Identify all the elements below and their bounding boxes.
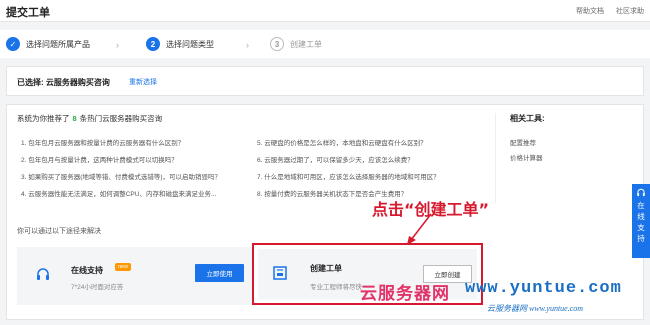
recommend-suffix: 条热门云服务器购买咨询 — [79, 114, 163, 123]
faq-item[interactable]: 5. 云硬盘的价格是怎么样的，本地盘和云硬盘有什么区别？ — [257, 137, 427, 147]
recommend-prefix: 系统为你推荐了 — [17, 114, 70, 123]
check-icon: ✓ — [6, 37, 20, 51]
watermark-cn: 云服务器网 — [360, 284, 450, 304]
step-1-label: 选择问题所属产品 — [26, 39, 90, 49]
watermark-sub: 云服务器网 www.yuntue.com — [487, 304, 584, 313]
recommend-count: 8 — [72, 114, 77, 123]
side-tab-char: 线 — [637, 212, 645, 221]
header-links: 帮助文档 社区求助 — [566, 6, 644, 16]
price-calculator-link[interactable]: 价格计算器 — [510, 152, 543, 162]
selected-category-panel: 已选择: 云服务器购买咨询 重新选择 — [6, 66, 644, 96]
use-now-button[interactable]: 立即使用 — [195, 264, 244, 282]
faq-item[interactable]: 7. 什么是地域和可用区，应该怎么选择服务器的地域和可用区？ — [257, 171, 440, 181]
step-2-number: 2 — [146, 37, 160, 51]
selected-category-label: 已选择: 云服务器购买咨询 — [17, 78, 110, 87]
step-2-label: 选择问题类型 — [166, 39, 214, 49]
tools-heading: 相关工具: — [510, 114, 545, 123]
step-3-number: 3 — [270, 37, 284, 51]
watermark-url: www.yuntue.com — [465, 279, 622, 298]
online-support-side-tab[interactable]: 在 线 支 持 — [632, 184, 650, 258]
step-1[interactable]: ✓ 选择问题所属产品 — [6, 37, 90, 51]
top-bar: 提交工单 帮助文档 社区求助 — [0, 0, 650, 22]
help-docs-link[interactable]: 帮助文档 — [576, 8, 604, 15]
community-help-link[interactable]: 社区求助 — [616, 8, 644, 15]
step-3: 3 创建工单 — [270, 37, 322, 51]
create-ticket-title: 创建工单 — [310, 264, 342, 273]
alternatives-heading: 你可以通过以下途径来解决 — [17, 228, 101, 235]
step-progress: ✓ 选择问题所属产品 › 2 选择问题类型 › 3 创建工单 — [0, 30, 650, 58]
faq-item[interactable]: 3. 如果购买了服务器(地域等错、付费模式选错等)，可以启助销毁吗？ — [21, 171, 221, 181]
chevron-right-icon: › — [246, 40, 249, 50]
divider — [495, 113, 496, 203]
recommend-heading: 系统为你推荐了 8 条热门云服务器购买咨询 — [17, 113, 162, 124]
config-recommend-link[interactable]: 配置推荐 — [510, 137, 536, 147]
headset-icon — [637, 188, 645, 197]
side-tab-char: 支 — [637, 223, 645, 232]
online-support-desc: 7*24小时面对应答 — [71, 284, 124, 291]
faq-item[interactable]: 2. 包年包月与按量计费，这两种计费模式可以切换吗？ — [21, 154, 178, 164]
step-3-label: 创建工单 — [290, 39, 322, 49]
ticket-icon — [273, 266, 287, 280]
faq-item[interactable]: 1. 包年包月云服务器和按量计费的云服务器有什么区别？ — [21, 137, 184, 147]
online-support-title: 在线支持 — [71, 266, 103, 275]
annotation-arrow-icon — [407, 213, 432, 245]
online-support-card: 在线支持 new 7*24小时面对应答 立即使用 — [17, 247, 252, 305]
side-tab-char: 持 — [637, 234, 645, 243]
headset-icon — [37, 268, 49, 280]
reselect-link[interactable]: 重新选择 — [129, 77, 157, 87]
new-badge: new — [115, 263, 132, 271]
page-title: 提交工单 — [6, 7, 50, 19]
chevron-right-icon: › — [116, 40, 119, 50]
faq-item[interactable]: 4. 云服务器性能无法满足，如何调整CPU、内存和磁盘来满足业务... — [21, 188, 216, 198]
step-2: 2 选择问题类型 — [146, 37, 214, 51]
side-tab-char: 在 — [637, 201, 645, 210]
create-ticket-desc: 专业工程师将尽快 — [310, 284, 362, 291]
faq-item[interactable]: 6. 云服务器过期了，可以保留多少天，应该怎么续费？ — [257, 154, 414, 164]
